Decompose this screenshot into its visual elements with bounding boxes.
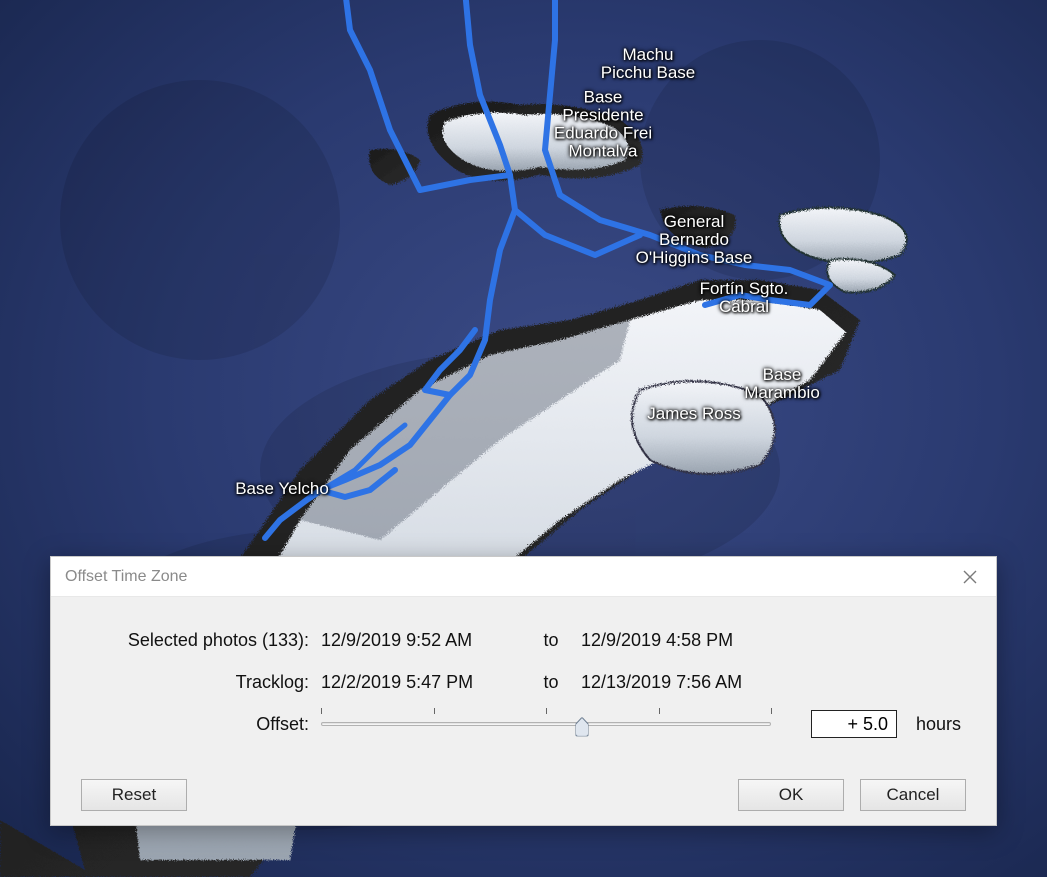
offset-slider[interactable] xyxy=(321,712,771,736)
dialog-button-row: Reset OK Cancel xyxy=(51,779,996,811)
to-label-1: to xyxy=(521,630,581,651)
offset-label: Offset: xyxy=(81,714,321,735)
offset-input[interactable] xyxy=(811,710,897,738)
slider-thumb-icon xyxy=(576,717,589,736)
slider-thumb[interactable] xyxy=(576,717,589,736)
selected-photos-row: Selected photos (133): 12/9/2019 9:52 AM… xyxy=(81,619,966,661)
slider-ticks xyxy=(321,712,771,736)
selected-photos-label: Selected photos (133): xyxy=(81,630,321,651)
dialog-titlebar[interactable]: Offset Time Zone xyxy=(51,557,996,597)
tracklog-row: Tracklog: 12/2/2019 5:47 PM to 12/13/201… xyxy=(81,661,966,703)
reset-button[interactable]: Reset xyxy=(81,779,187,811)
cancel-button[interactable]: Cancel xyxy=(860,779,966,811)
selected-start: 12/9/2019 9:52 AM xyxy=(321,630,521,651)
close-button[interactable] xyxy=(954,561,986,593)
dialog-title: Offset Time Zone xyxy=(65,568,187,586)
ok-button[interactable]: OK xyxy=(738,779,844,811)
map-area[interactable]: Machu Picchu BaseBase Presidente Eduardo… xyxy=(0,0,1047,877)
tracklog-end: 12/13/2019 7:56 AM xyxy=(581,672,801,693)
selected-end: 12/9/2019 4:58 PM xyxy=(581,630,801,651)
offset-timezone-dialog: Offset Time Zone Selected photos (133): … xyxy=(50,556,997,826)
dialog-body: Selected photos (133): 12/9/2019 9:52 AM… xyxy=(51,597,996,745)
tracklog-start: 12/2/2019 5:47 PM xyxy=(321,672,521,693)
close-icon xyxy=(963,570,977,584)
hours-label: hours xyxy=(906,714,966,735)
to-label-2: to xyxy=(521,672,581,693)
tracklog-label: Tracklog: xyxy=(81,672,321,693)
offset-row: Offset: hours xyxy=(81,703,966,745)
